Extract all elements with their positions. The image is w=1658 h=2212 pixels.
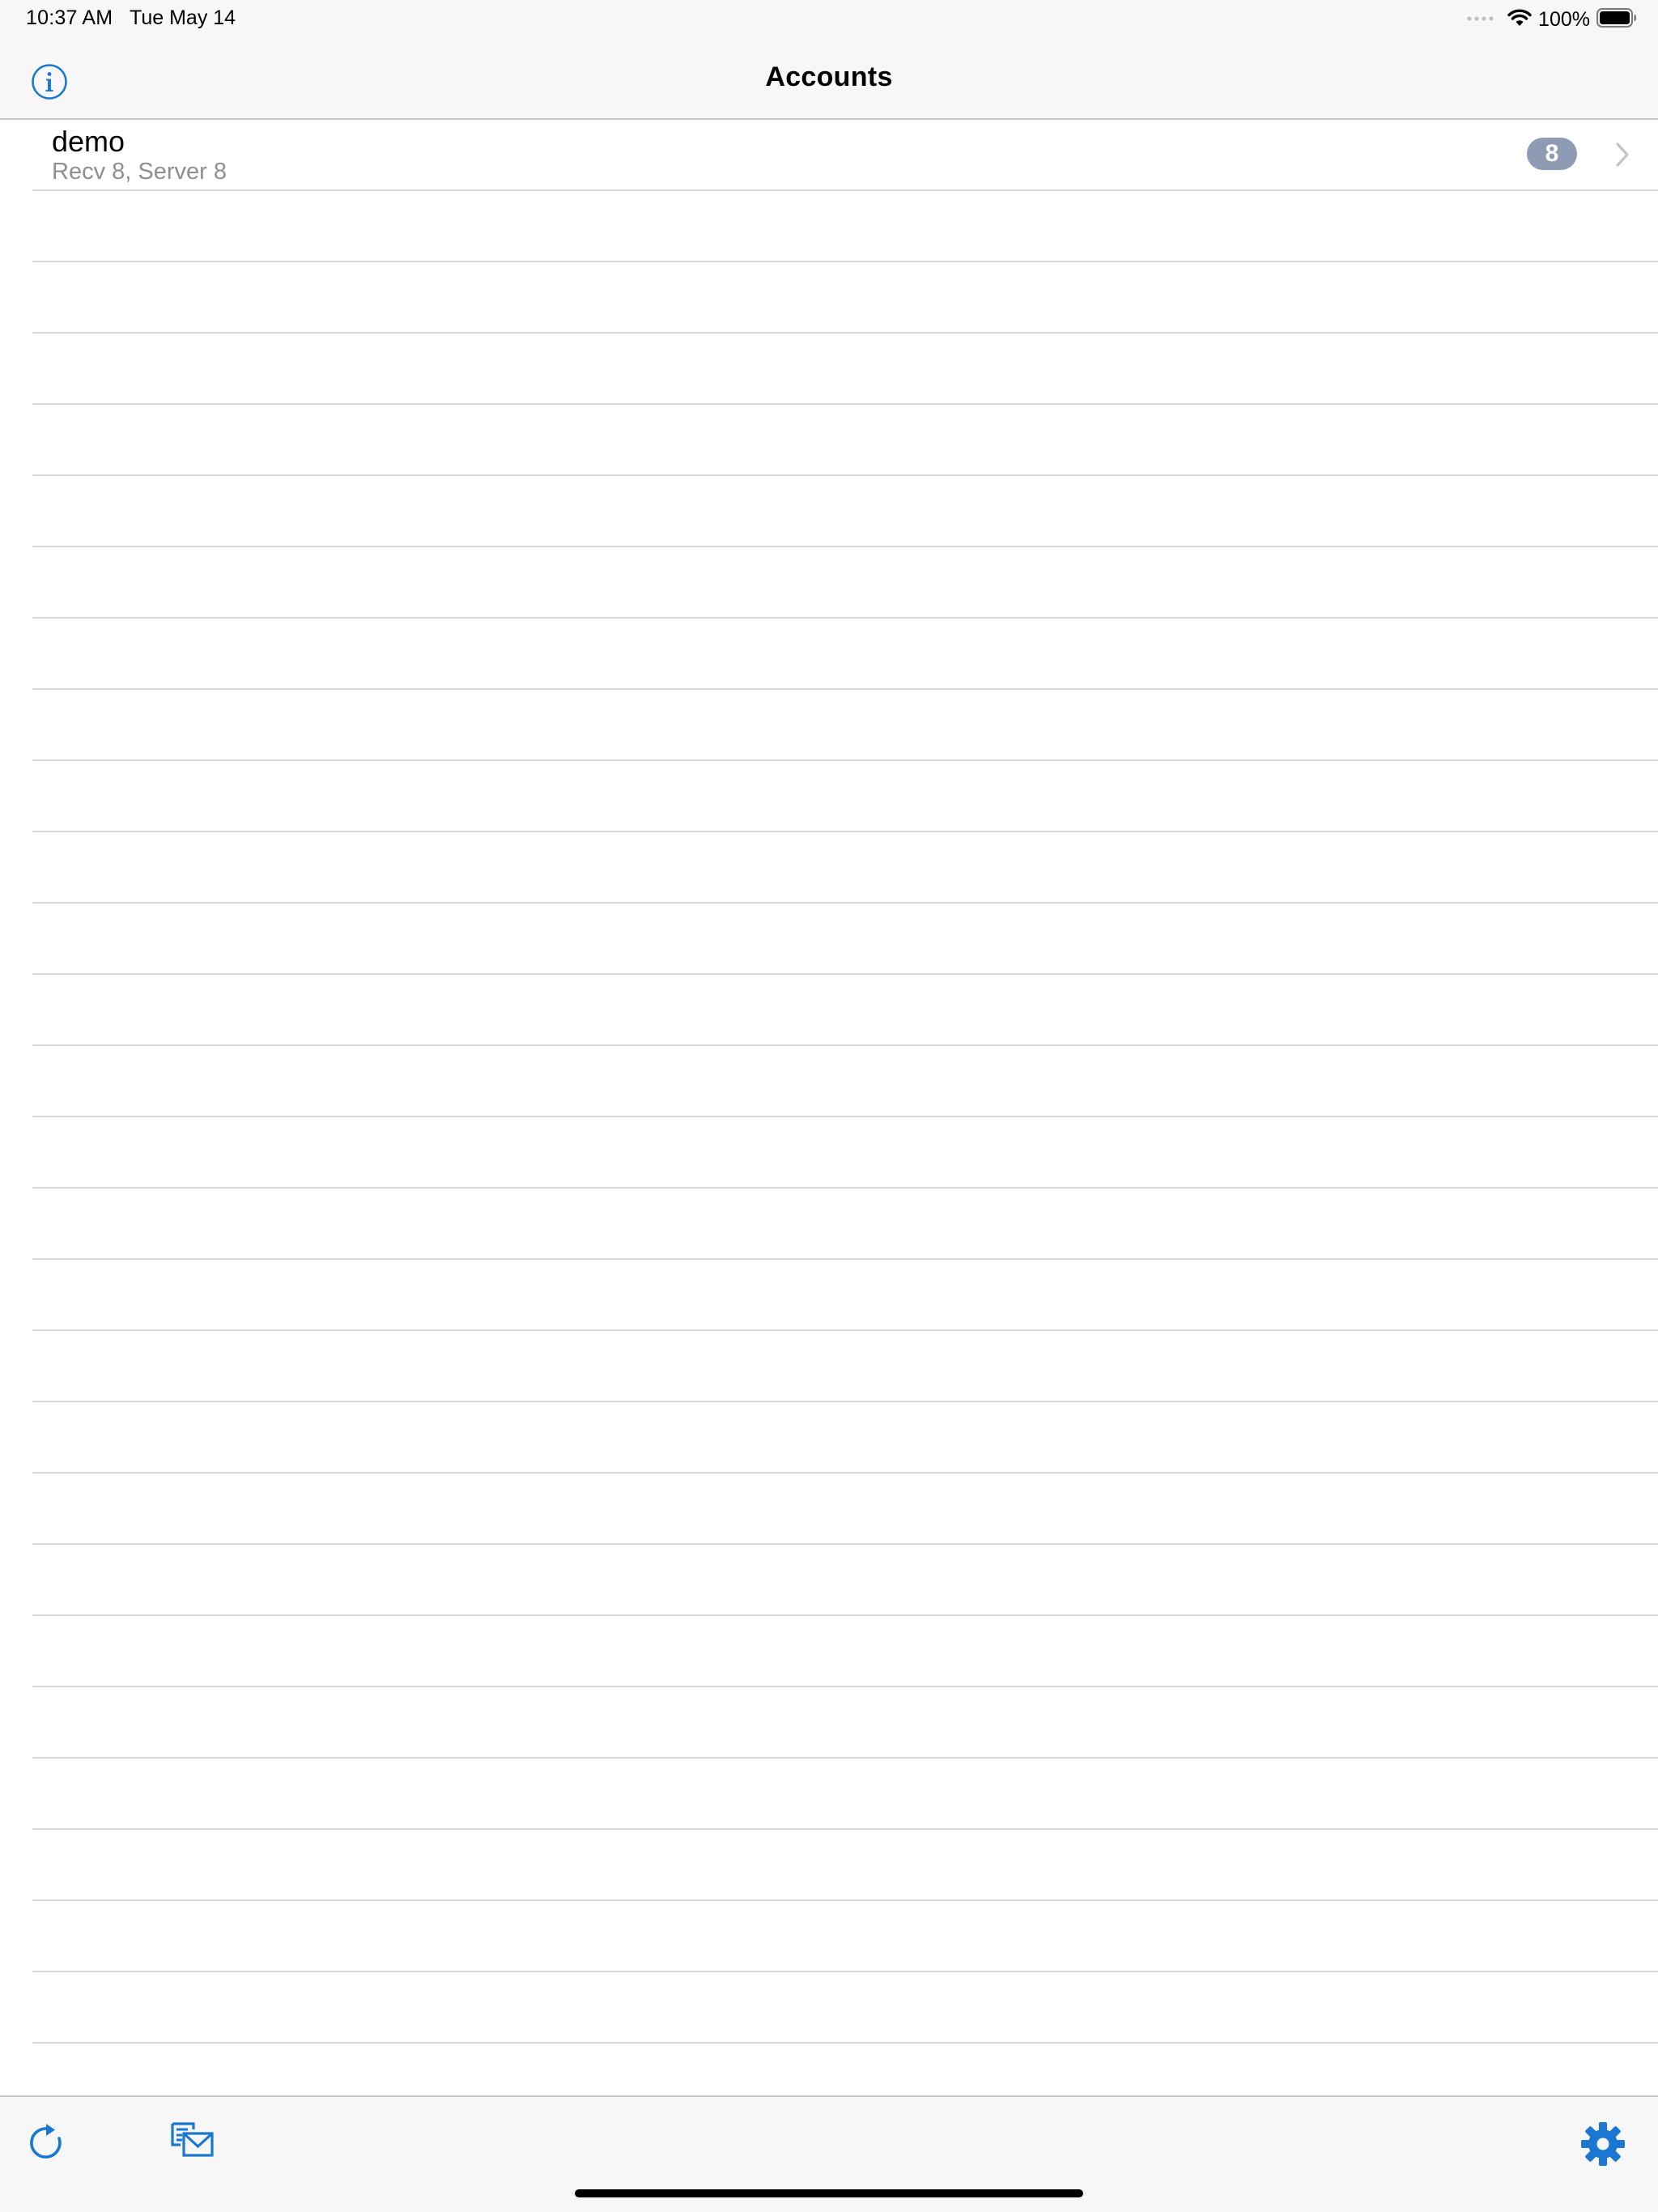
navigation-bar: Accounts (0, 39, 1658, 120)
empty-row (0, 1402, 1658, 1474)
empty-row (0, 1545, 1658, 1616)
account-row-demo[interactable]: demo Recv 8, Server 8 8 (0, 120, 1658, 191)
empty-row (0, 1260, 1658, 1331)
empty-row (0, 1972, 1658, 2044)
empty-row (0, 547, 1658, 619)
status-time: 10:37 AM (26, 6, 113, 29)
empty-row (0, 619, 1658, 690)
empty-row (0, 1189, 1658, 1260)
refresh-button[interactable] (26, 2121, 66, 2165)
empty-row (0, 405, 1658, 476)
account-detail: Recv 8, Server 8 (52, 159, 227, 185)
accounts-table: demo Recv 8, Server 8 8 (0, 120, 1658, 2095)
empty-row (0, 1759, 1658, 1830)
empty-row (0, 832, 1658, 904)
account-name: demo (52, 125, 125, 158)
home-indicator (575, 2189, 1083, 2197)
empty-row (0, 1046, 1658, 1117)
battery-percent: 100% (1538, 7, 1590, 31)
empty-row (0, 262, 1658, 334)
empty-row (0, 1331, 1658, 1402)
status-date: Tue May 14 (130, 6, 236, 29)
empty-row (0, 1616, 1658, 1687)
signal-dots-icon (1467, 12, 1494, 27)
refresh-icon (30, 2124, 62, 2159)
empty-row (0, 1687, 1658, 1759)
empty-row (0, 690, 1658, 761)
page-title: Accounts (765, 62, 893, 92)
empty-row (0, 975, 1658, 1046)
empty-row (0, 761, 1658, 832)
empty-row (0, 334, 1658, 405)
compose-mail-icon (171, 2122, 214, 2157)
row-separator (32, 2042, 1658, 2044)
empty-row (0, 1474, 1658, 1545)
unread-count-badge: 8 (1527, 138, 1577, 170)
empty-row (0, 476, 1658, 547)
settings-button[interactable] (1580, 2121, 1626, 2167)
status-bar: 10:37 AM Tue May 14 100% (0, 0, 1658, 39)
empty-row (0, 1117, 1658, 1189)
status-indicators: 100% (1467, 5, 1637, 34)
compose-mail-button[interactable] (170, 2121, 215, 2160)
wifi-icon (1507, 8, 1532, 32)
battery-icon (1596, 7, 1637, 32)
empty-row (0, 1901, 1658, 1972)
empty-row (0, 904, 1658, 975)
gear-icon (1581, 2122, 1625, 2166)
accounts-screen: 10:37 AM Tue May 14 100% Accounts demo R… (0, 0, 1658, 2212)
chevron-right-icon (1616, 143, 1629, 167)
empty-row (0, 1830, 1658, 1901)
empty-row (0, 191, 1658, 262)
